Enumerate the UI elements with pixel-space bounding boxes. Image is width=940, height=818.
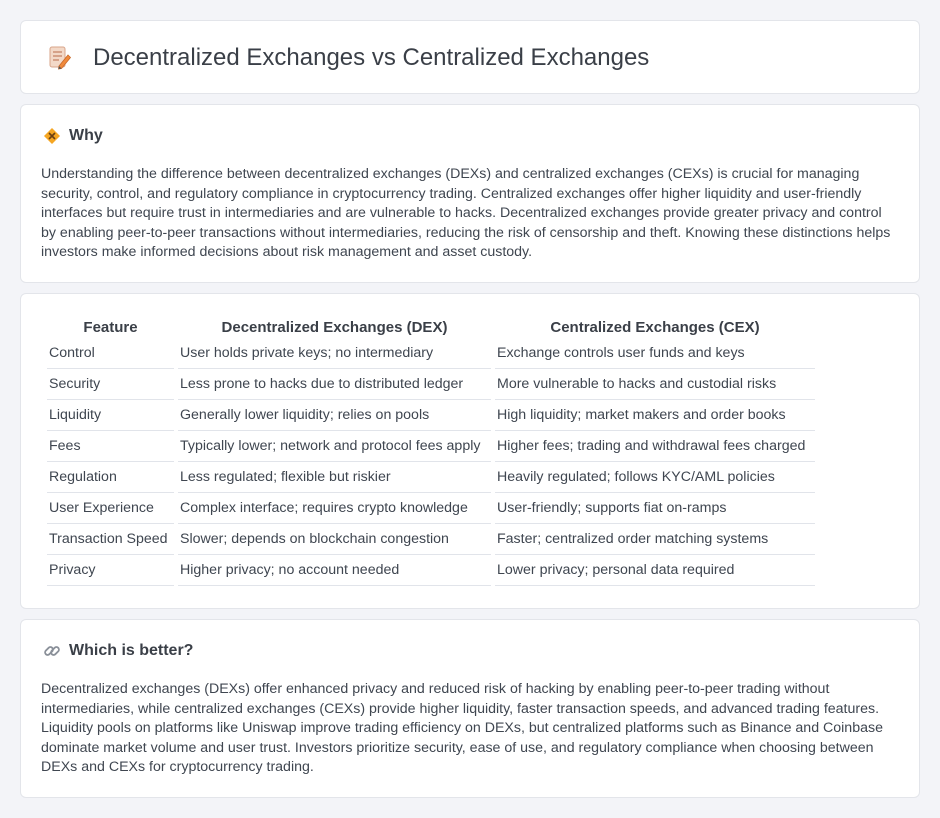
dex-cell: Complex interface; requires crypto knowl… [178,493,491,524]
better-header: Which is better? [43,642,193,660]
table-row: Transaction Speed Slower; depends on blo… [47,524,815,555]
why-section: Why Understanding the difference between… [20,104,920,283]
column-header-dex: Decentralized Exchanges (DEX) [221,319,448,336]
table-row: Liquidity Generally lower liquidity; rel… [47,400,815,431]
dex-cell: Less regulated; flexible but riskier [178,462,491,493]
feature-cell: Liquidity [47,400,174,431]
diamond-icon [43,127,61,145]
cex-cell: User-friendly; supports fiat on-ramps [495,493,815,524]
table-row: Fees Typically lower; network and protoc… [47,431,815,462]
cex-cell: Heavily regulated; follows KYC/AML polic… [495,462,815,493]
cex-cell: Higher fees; trading and withdrawal fees… [495,431,815,462]
column-header-feature: Feature [83,319,138,336]
better-title: Which is better? [69,642,194,659]
feature-cell: Security [47,369,174,400]
better-body: Decentralized exchanges (DEXs) offer enh… [41,681,883,776]
feature-cell: Privacy [47,555,174,586]
table-row: Privacy Higher privacy; no account neede… [47,555,815,586]
document-pencil-icon [45,44,73,72]
comparison-table: Feature Decentralized Exchanges (DEX) Ce… [43,314,819,586]
table-row: Control User holds private keys; no inte… [47,338,815,369]
dex-cell: Less prone to hacks due to distributed l… [178,369,491,400]
why-header: Why [43,127,103,145]
cex-cell: High liquidity; market makers and order … [495,400,815,431]
dex-cell: User holds private keys; no intermediary [178,338,491,369]
column-header-cex: Centralized Exchanges (CEX) [550,319,760,336]
dex-cell: Generally lower liquidity; relies on poo… [178,400,491,431]
cex-cell: Lower privacy; personal data required [495,555,815,586]
feature-cell: Fees [47,431,174,462]
link-icon [43,642,61,660]
why-title: Why [69,127,103,144]
feature-cell: Control [47,338,174,369]
cex-cell: Exchange controls user funds and keys [495,338,815,369]
cex-cell: More vulnerable to hacks and custodial r… [495,369,815,400]
table-row: Regulation Less regulated; flexible but … [47,462,815,493]
feature-cell: Regulation [47,462,174,493]
dex-cell: Higher privacy; no account needed [178,555,491,586]
dex-cell: Slower; depends on blockchain congestion [178,524,491,555]
feature-cell: User Experience [47,493,174,524]
page-title: Decentralized Exchanges vs Centralized E… [93,44,650,71]
table-row: Security Less prone to hacks due to dist… [47,369,815,400]
cex-cell: Faster; centralized order matching syste… [495,524,815,555]
why-body: Understanding the difference between dec… [41,166,891,261]
title-card: Decentralized Exchanges vs Centralized E… [20,20,920,94]
title-row: Decentralized Exchanges vs Centralized E… [45,43,649,73]
table-header-row: Feature Decentralized Exchanges (DEX) Ce… [47,314,815,338]
which-is-better-section: Which is better? Decentralized exchanges… [20,619,920,798]
table-row: User Experience Complex interface; requi… [47,493,815,524]
dex-cell: Typically lower; network and protocol fe… [178,431,491,462]
comparison-section: Feature Decentralized Exchanges (DEX) Ce… [20,293,920,609]
feature-cell: Transaction Speed [47,524,174,555]
